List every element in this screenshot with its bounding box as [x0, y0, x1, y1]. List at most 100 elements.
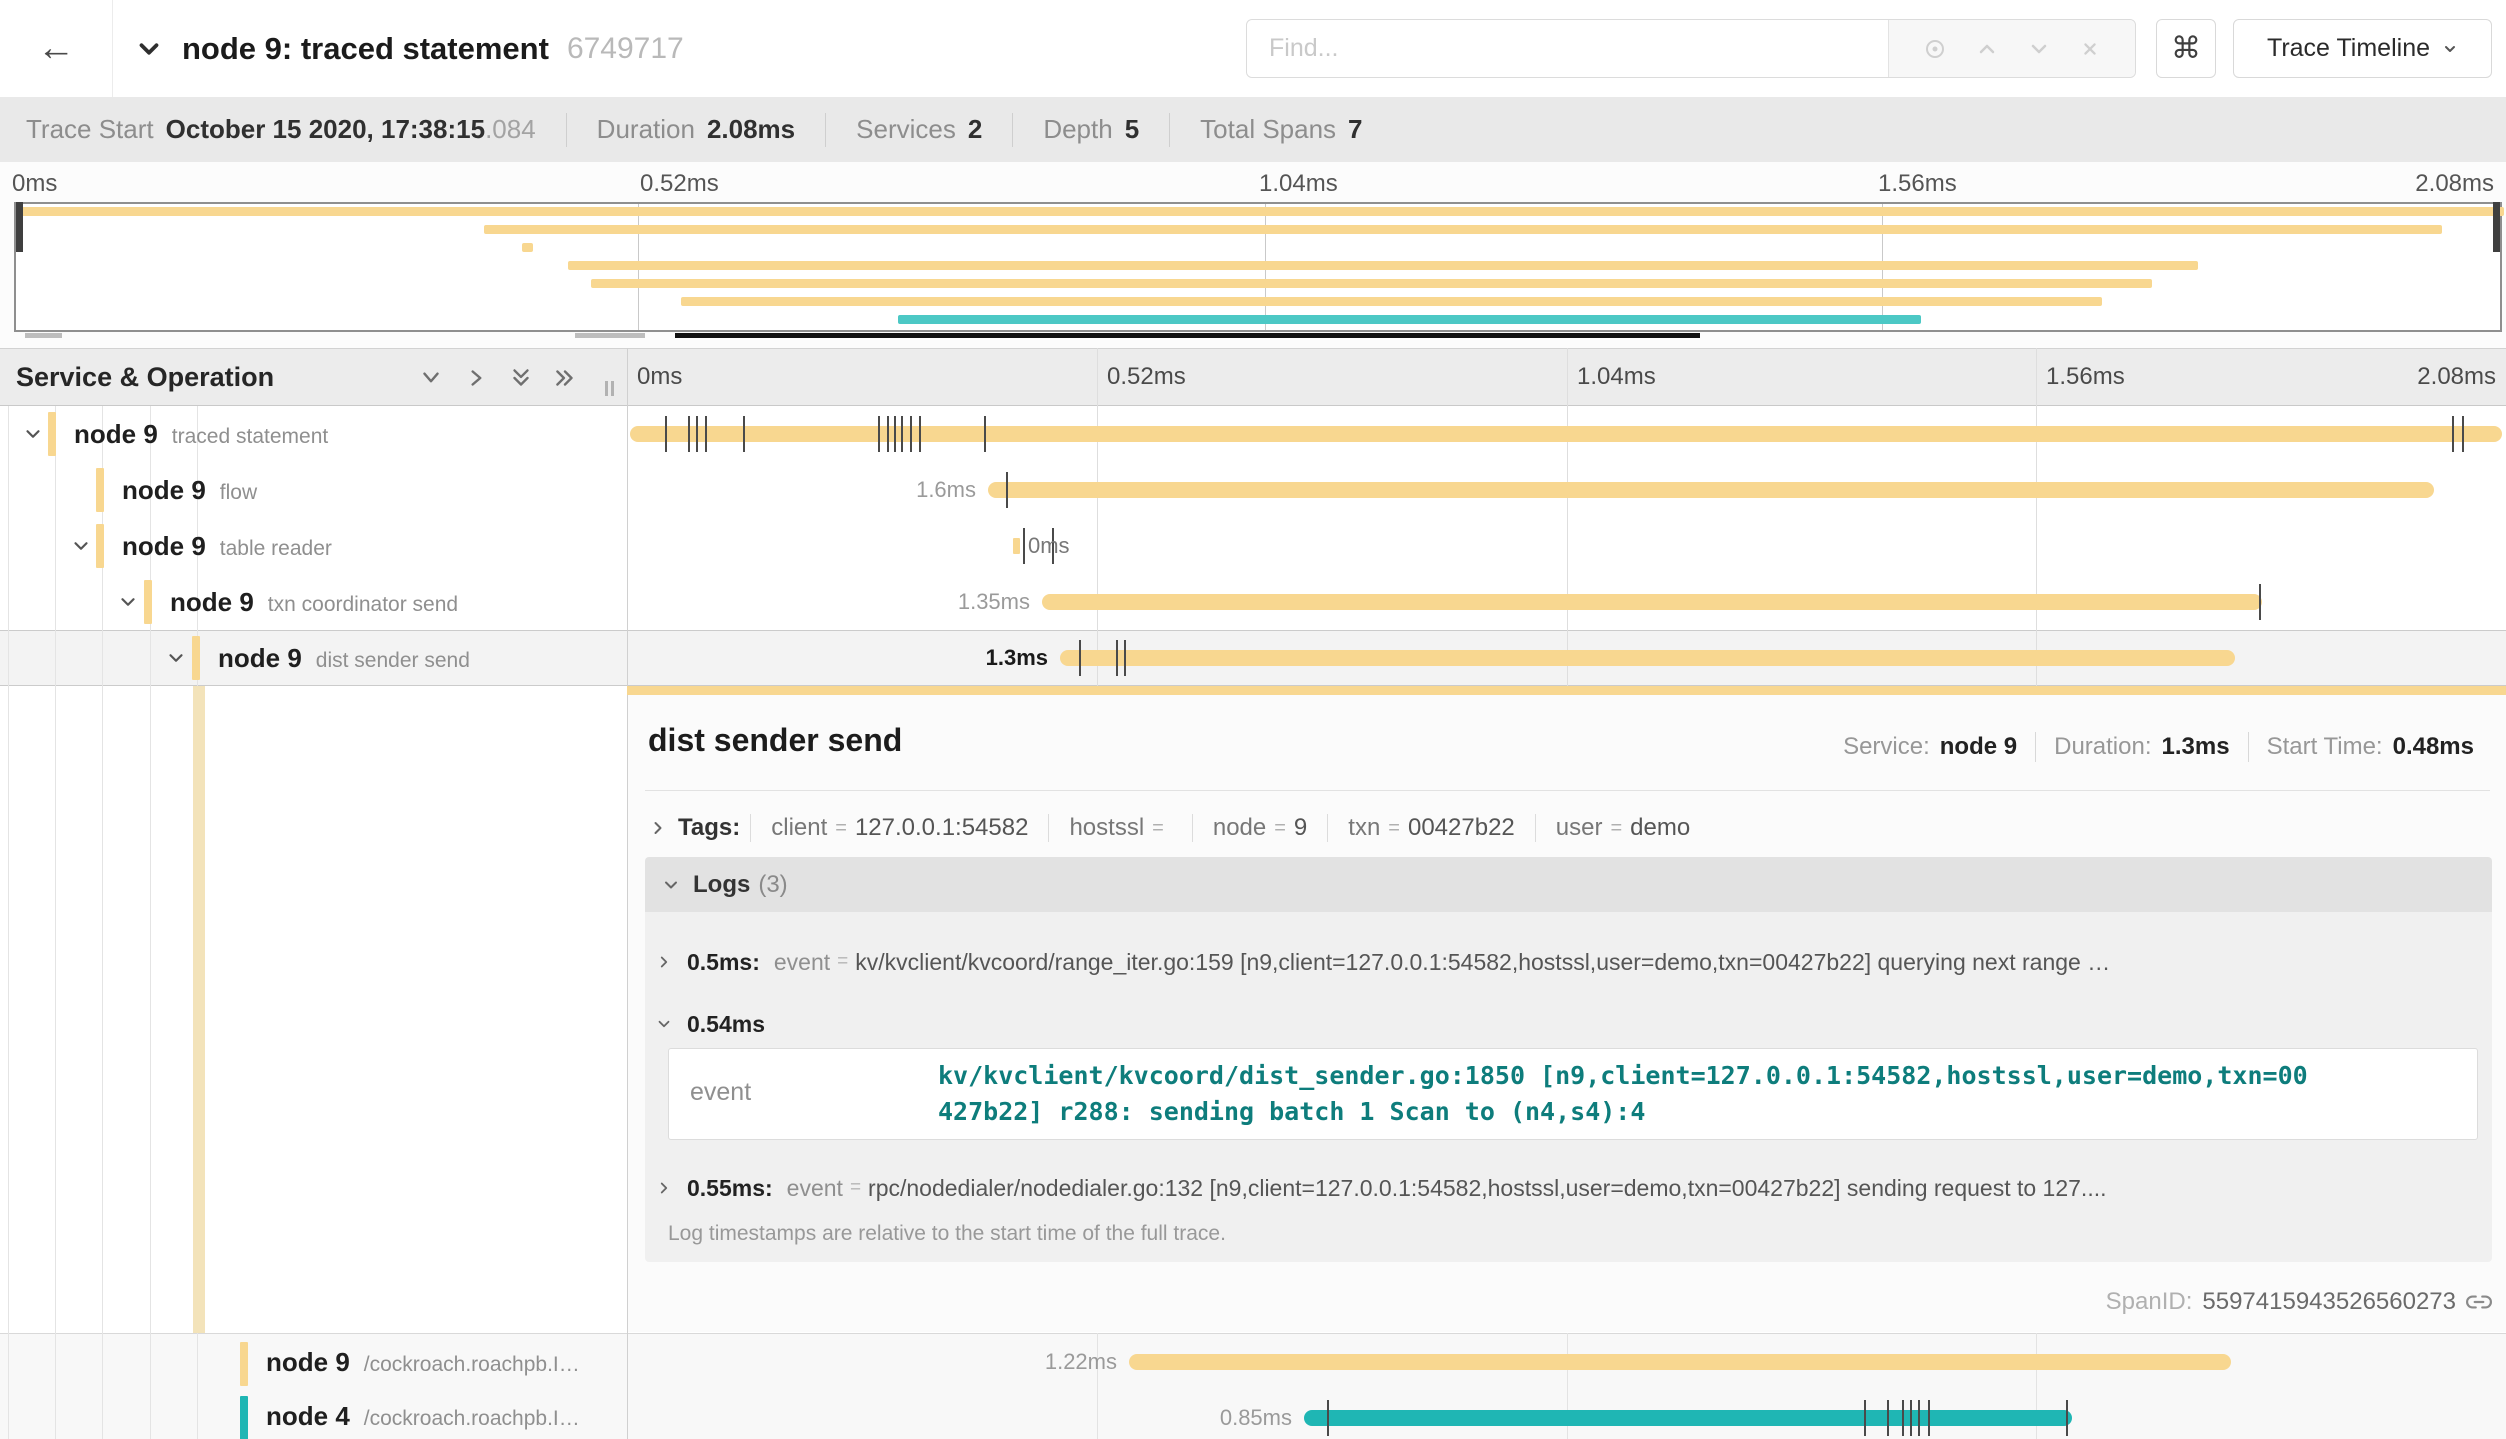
tree-row-node4-request[interactable]: node 4/cockroach.roachpb.I…	[266, 1390, 580, 1439]
log-row-3[interactable]: 0.55ms: event = rpc/nodedialer/nodediale…	[655, 1166, 2485, 1210]
timeline-gridline	[2036, 348, 2037, 686]
view-dropdown-button[interactable]: Trace Timeline	[2233, 19, 2492, 78]
collapse-all-chevrons-down-icon[interactable]	[508, 365, 534, 391]
span-operation: flow	[220, 481, 257, 504]
span-duration-label: 1.6ms	[776, 472, 976, 508]
detail-accent-strip	[627, 686, 2506, 695]
log-marker-tick	[1006, 472, 1008, 508]
span-color-bar	[144, 580, 152, 624]
expand-all-chevrons-right-icon[interactable]	[552, 365, 578, 391]
log-chevron-down-icon	[655, 1015, 673, 1033]
span-color-bar	[96, 524, 104, 568]
row-chevron-down-icon[interactable]	[22, 423, 44, 445]
tag-equals: =	[1152, 817, 1164, 840]
locate-icon[interactable]	[1923, 37, 1947, 61]
span-bar-dist-sender-send[interactable]	[1060, 650, 2235, 666]
minimap-left-scrubber[interactable]	[16, 202, 23, 252]
log-marker-tick	[901, 416, 903, 452]
timeline-tick-label: 2.08ms	[2417, 348, 2496, 406]
minimap-tick-label: 0.52ms	[640, 170, 719, 198]
span-bar-table-reader[interactable]	[1013, 538, 1020, 554]
detail-stat-duration: Duration: 1.3ms	[2035, 732, 2247, 762]
prev-match-chevron-up-icon[interactable]	[1975, 37, 1999, 61]
log-equals: =	[850, 1177, 861, 1199]
deep-link-icon[interactable]	[2466, 1289, 2492, 1315]
span-bar-node9-request[interactable]	[1129, 1354, 2231, 1370]
tree-row-txn-coordinator-send[interactable]: node 9txn coordinator send	[170, 574, 458, 630]
minimap-tick-label: 1.04ms	[1259, 170, 1338, 198]
stat-label: Duration:	[2054, 733, 2151, 761]
indent-guide	[8, 406, 9, 1439]
log-marker-tick	[1910, 1400, 1912, 1436]
row-chevron-down-icon[interactable]	[165, 647, 187, 669]
collapse-one-chevron-down-icon[interactable]	[418, 365, 444, 391]
column-resizer-grip[interactable]	[611, 381, 614, 396]
tree-row-traced-statement[interactable]: node 9traced statement	[74, 406, 328, 462]
log-field-value: kv/kvclient/kvcoord/dist_sender.go:1850 …	[938, 1058, 2316, 1130]
minimap-span-bar	[484, 225, 2442, 234]
stat-label: Service:	[1843, 733, 1930, 761]
stat-value: node 9	[1940, 733, 2017, 761]
next-match-chevron-down-icon[interactable]	[2027, 37, 2051, 61]
tag-item: hostssl =	[1048, 814, 1191, 842]
detail-stats: Service: node 9 Duration: 1.3ms Start Ti…	[1825, 732, 2492, 762]
tag-equals: =	[1388, 817, 1400, 840]
log-marker-tick	[878, 416, 880, 452]
log-marker-tick	[2066, 1400, 2068, 1436]
tree-row-node9-request[interactable]: node 9/cockroach.roachpb.I…	[266, 1336, 580, 1388]
tree-row-dist-sender-send[interactable]: node 9dist sender send	[218, 630, 470, 686]
row-chevron-down-icon[interactable]	[70, 535, 92, 557]
tags-chevron-right-icon[interactable]	[648, 818, 668, 838]
column-resizer-grip[interactable]	[605, 381, 608, 396]
row-chevron-down-icon[interactable]	[117, 591, 139, 613]
span-bar-node4-request[interactable]	[1304, 1410, 2072, 1426]
span-duration-label: 1.3ms	[848, 640, 1048, 676]
tags-row[interactable]: Tags: client = 127.0.0.1:54582 hostssl =…	[648, 806, 1710, 850]
span-bar-txn-coordinator-send[interactable]	[1042, 594, 2262, 610]
span-color-bar	[240, 1342, 248, 1386]
minimap-canvas[interactable]	[14, 202, 2502, 332]
back-button[interactable]: ←	[0, 0, 113, 97]
detail-stat-service: Service: node 9	[1825, 732, 2035, 762]
trace-id: 6749717	[567, 32, 684, 66]
tag-item: client = 127.0.0.1:54582	[750, 814, 1048, 842]
log-marker-tick	[1327, 1400, 1329, 1436]
log-row-2-expanded[interactable]: 0.54ms	[655, 1002, 2485, 1046]
summary-value: 2	[968, 114, 982, 145]
keyboard-shortcuts-button[interactable]: ⌘	[2156, 19, 2216, 78]
logs-section-header[interactable]: Logs (3)	[645, 857, 2492, 912]
summary-duration: Duration 2.08ms	[597, 113, 826, 147]
span-service: node 9	[122, 531, 206, 561]
trace-view-page: ← node 9: traced statement 6749717 ⌘	[0, 0, 2506, 1439]
summary-value: October 15 2020, 17:38:15	[166, 114, 485, 144]
log-value: kv/kvclient/kvcoord/range_iter.go:159 [n…	[855, 949, 2110, 976]
collapse-trace-chevron-icon[interactable]	[134, 34, 164, 64]
minimap-right-scrubber[interactable]	[2493, 202, 2500, 252]
log-value: rpc/nodedialer/nodedialer.go:132 [n9,cli…	[868, 1175, 2106, 1202]
log-time: 0.55ms:	[687, 1175, 773, 1202]
span-bar-flow[interactable]	[988, 482, 2434, 498]
tree-row-table-reader[interactable]: node 9 table reader	[122, 518, 332, 574]
timeline-tick-label: 0.52ms	[1107, 348, 1186, 406]
span-service: node 9	[170, 587, 254, 617]
log-key: event	[787, 1175, 843, 1202]
tree-row-flow[interactable]: node 9flow	[122, 462, 257, 518]
summary-label: Services	[856, 114, 956, 145]
expand-one-chevron-right-icon[interactable]	[464, 365, 490, 391]
log-row-1[interactable]: 0.5ms: event = kv/kvclient/kvcoord/range…	[655, 940, 2485, 984]
span-duration-label: 0.85ms	[1092, 1400, 1292, 1436]
minimap-viewport-indicator[interactable]	[675, 333, 1700, 338]
selected-span-indent-column	[193, 686, 205, 1333]
log-marker-tick	[688, 416, 690, 452]
span-operation: table reader	[220, 537, 332, 560]
span-operation: dist sender send	[316, 649, 470, 672]
log-marker-tick	[2452, 416, 2454, 452]
tag-key: user	[1556, 814, 1603, 842]
log-marker-tick	[910, 416, 912, 452]
span-duration-label: 1.35ms	[830, 584, 1030, 620]
span-service: node 9	[266, 1347, 350, 1377]
find-input[interactable]	[1247, 20, 1888, 77]
stat-value: 0.48ms	[2393, 733, 2474, 761]
span-color-bar	[240, 1396, 248, 1439]
clear-search-icon[interactable]	[2079, 38, 2101, 60]
